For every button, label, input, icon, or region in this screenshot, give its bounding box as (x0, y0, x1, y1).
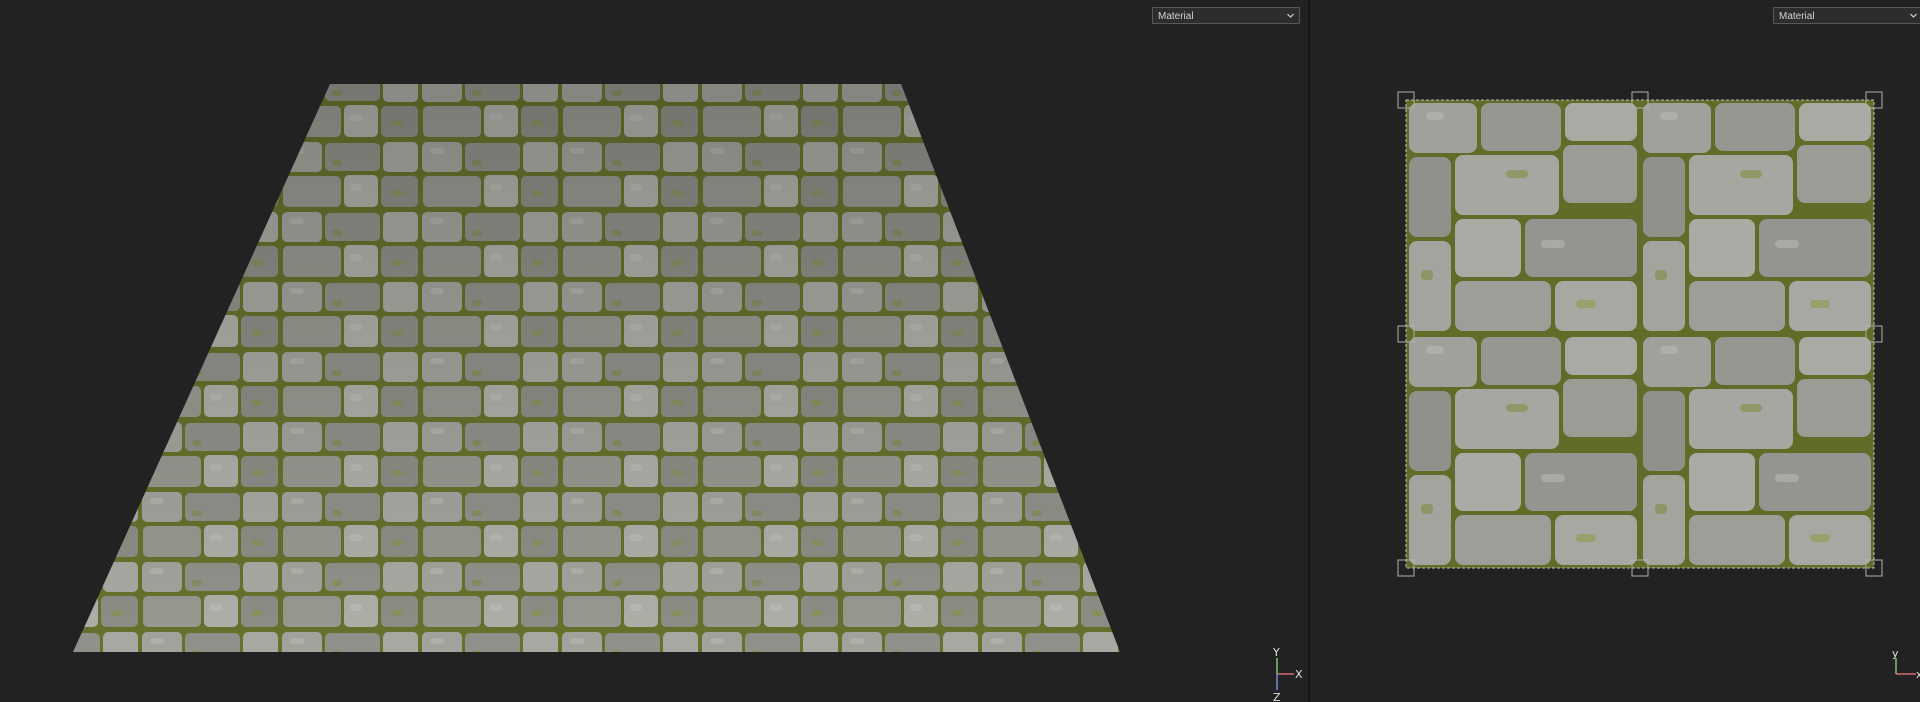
plane-preview-3d[interactable] (0, 0, 1308, 702)
axis-y-label-2d: y (1892, 648, 1899, 660)
material-dropdown-2d-label: Material (1779, 11, 1815, 22)
plane-depth-shading (73, 84, 1120, 652)
material-dropdown-3d[interactable]: Material (1152, 7, 1300, 24)
axis-x-label: X (1295, 668, 1303, 681)
material-dropdown-3d-label: Material (1158, 11, 1194, 22)
axis-x-label-2d: x (1916, 668, 1920, 681)
viewport-2d[interactable]: Material y x (1310, 0, 1920, 702)
axis-gizmo-2d-icon: y x (1892, 648, 1920, 681)
chevron-down-icon (1910, 13, 1917, 18)
material-dropdown-2d[interactable]: Material (1773, 7, 1920, 24)
axis-z-label: Z (1273, 691, 1281, 702)
material-editor-window: Material X Y Z Material y x (0, 0, 1920, 702)
texture-image (1406, 100, 1874, 568)
axis-y-label: Y (1272, 646, 1280, 659)
chevron-down-icon (1287, 13, 1294, 18)
axis-gizmo-3d-icon: X Y Z (1272, 646, 1303, 702)
viewport-3d[interactable]: Material X Y Z (0, 0, 1308, 702)
texture-preview-2d[interactable] (1310, 0, 1920, 702)
